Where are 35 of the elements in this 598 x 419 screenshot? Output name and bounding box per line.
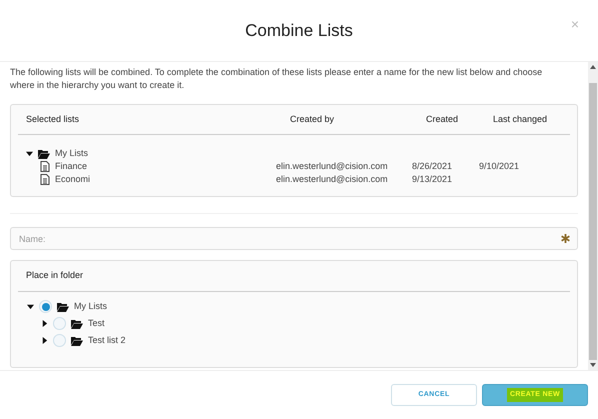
folder-icon	[71, 318, 83, 328]
radio-button[interactable]	[53, 317, 66, 330]
folder-icon	[38, 148, 50, 158]
caret-icon[interactable]	[27, 303, 34, 310]
column-header: Created	[426, 112, 460, 126]
name-field[interactable]: Name:	[10, 227, 578, 250]
table-cell-text: elin.westerlund@cision.com	[276, 160, 389, 173]
folder-name[interactable]: My Lists	[55, 146, 88, 160]
radio-button[interactable]	[39, 300, 52, 313]
table-cell-text: 9/13/2021	[412, 173, 454, 186]
folder-icon	[57, 302, 69, 312]
scroll-down-icon[interactable]	[590, 363, 596, 367]
list-name[interactable]: Finance	[55, 160, 88, 174]
caret-icon[interactable]	[26, 150, 33, 157]
document-icon	[40, 161, 50, 172]
folder-icon	[71, 336, 83, 346]
table-cell-text: 8/26/2021	[412, 160, 454, 173]
scroll-up-icon[interactable]	[590, 65, 596, 69]
column-header: Selected lists	[26, 112, 80, 126]
column-header: Last changed	[493, 112, 548, 126]
table-cell-text: 9/10/2021	[479, 160, 520, 173]
intro-text: The following lists will be combined. To complete the combination of these lists please enter a name for the new list below and choose where in the hierarchy you want to create it.	[10, 66, 544, 92]
scrollbar[interactable]	[588, 62, 598, 370]
caret-icon[interactable]	[41, 320, 48, 327]
panel-title: Place in folder	[26, 269, 84, 282]
folder-name[interactable]: Test list 2	[88, 334, 126, 348]
caret-icon[interactable]	[41, 337, 48, 344]
document-icon	[40, 174, 50, 186]
radio-button[interactable]	[53, 334, 66, 347]
list-name[interactable]: Economi	[55, 173, 90, 186]
table-cell-text: elin.westerlund@cision.com	[276, 173, 389, 186]
column-header: Created by	[290, 112, 336, 126]
dialog-title: Combine Lists	[245, 20, 353, 42]
folder-name[interactable]: My Lists	[74, 300, 108, 314]
folder-name[interactable]: Test	[88, 316, 105, 330]
